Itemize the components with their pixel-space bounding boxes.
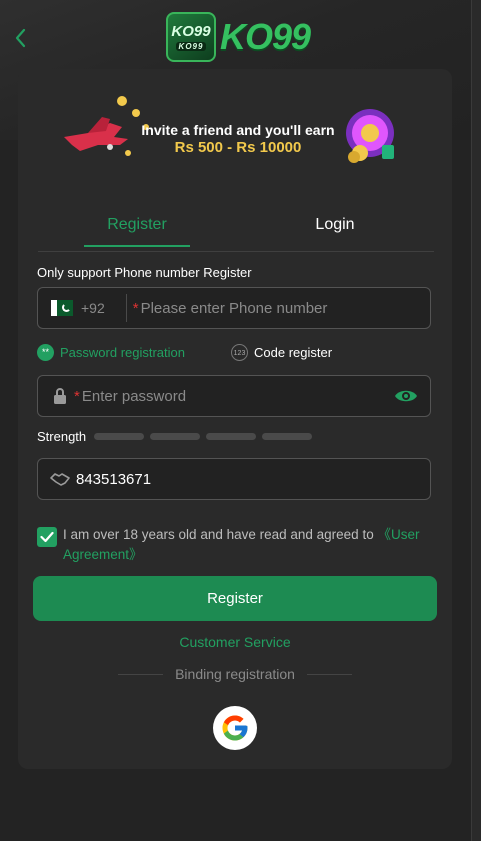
back-chevron-icon [15, 28, 26, 48]
required-mark: * [74, 387, 80, 405]
register-page: KO99 KO99 KO99 Invite a friend and you'l… [0, 0, 481, 841]
referral-code-input[interactable]: 843513671 [76, 471, 151, 488]
referral-code-field[interactable]: 843513671 [37, 458, 431, 500]
agreement-text: I am over 18 years old and have read and… [63, 525, 435, 565]
agreement-row: I am over 18 years old and have read and… [37, 525, 435, 565]
binding-registration-label: Binding registration [175, 666, 295, 682]
password-input[interactable]: Enter password [82, 388, 186, 405]
field-divider [125, 294, 127, 322]
tab-register[interactable]: Register [38, 203, 236, 251]
divider-line [118, 673, 164, 675]
binding-registration-divider: Binding registration [118, 666, 353, 682]
pakistan-flag-icon [51, 300, 73, 316]
google-login-button[interactable] [213, 706, 257, 750]
registration-mode-row: ** Password registration 123 Code regist… [37, 341, 431, 363]
code-register-option[interactable]: 123 Code register [231, 343, 333, 361]
phone-only-notice: Only support Phone number Register [37, 265, 252, 280]
scrollbar[interactable] [471, 0, 481, 841]
google-icon [222, 715, 248, 741]
code-register-label: Code register [254, 344, 333, 360]
auth-tabs: Register Login [38, 203, 434, 252]
register-card: Invite a friend and you'll earn Rs 500 -… [18, 69, 452, 769]
customer-service-link[interactable]: Customer Service [18, 634, 452, 650]
password-registration-label: Password registration [60, 344, 185, 360]
banner-text: Invite a friend and you'll earn Rs 500 -… [128, 121, 348, 157]
check-icon [40, 531, 54, 543]
phone-input[interactable]: Please enter Phone number [141, 300, 328, 317]
tab-login[interactable]: Login [236, 203, 434, 251]
phone-field[interactable]: +92 * Please enter Phone number [37, 287, 431, 329]
logo-badge: KO99 KO99 [166, 12, 216, 62]
code-mode-icon: 123 [231, 343, 248, 361]
register-button[interactable]: Register [33, 576, 437, 621]
brand-logo: KO99 KO99 KO99 [166, 12, 311, 62]
lock-icon [54, 388, 66, 404]
country-code[interactable]: +92 [81, 300, 105, 316]
handshake-icon [50, 473, 70, 486]
divider-line [306, 673, 353, 675]
tab-register-label: Register [107, 216, 167, 233]
tab-active-indicator [84, 245, 190, 247]
agreement-checkbox[interactable] [37, 527, 57, 547]
strength-bar [206, 433, 257, 440]
password-registration-option[interactable]: ** Password registration [37, 343, 185, 361]
logo-badge-text: KO99 [171, 22, 211, 40]
agreement-statement: I am over 18 years old and have read and… [63, 527, 378, 542]
password-strength: Strength [37, 429, 313, 444]
tab-login-label: Login [315, 216, 355, 233]
banner-line1: Invite a friend and you'll earn [141, 122, 335, 138]
strength-bar [262, 433, 313, 440]
logo-wordmark: KO99 [220, 16, 311, 57]
invite-banner[interactable]: Invite a friend and you'll earn Rs 500 -… [58, 93, 418, 173]
strength-label: Strength [37, 429, 87, 444]
banner-amount: Rs 500 - Rs 10000 [174, 139, 302, 156]
logo-badge-small: KO99 [175, 41, 207, 51]
password-field[interactable]: * Enter password [37, 375, 431, 417]
password-mode-icon: ** [37, 343, 54, 361]
strength-bar [94, 433, 145, 440]
strength-bar [150, 433, 201, 440]
eye-icon[interactable] [394, 387, 418, 405]
top-bar: KO99 KO99 KO99 [0, 0, 472, 72]
required-mark: * [132, 299, 139, 317]
back-button[interactable] [8, 24, 32, 52]
